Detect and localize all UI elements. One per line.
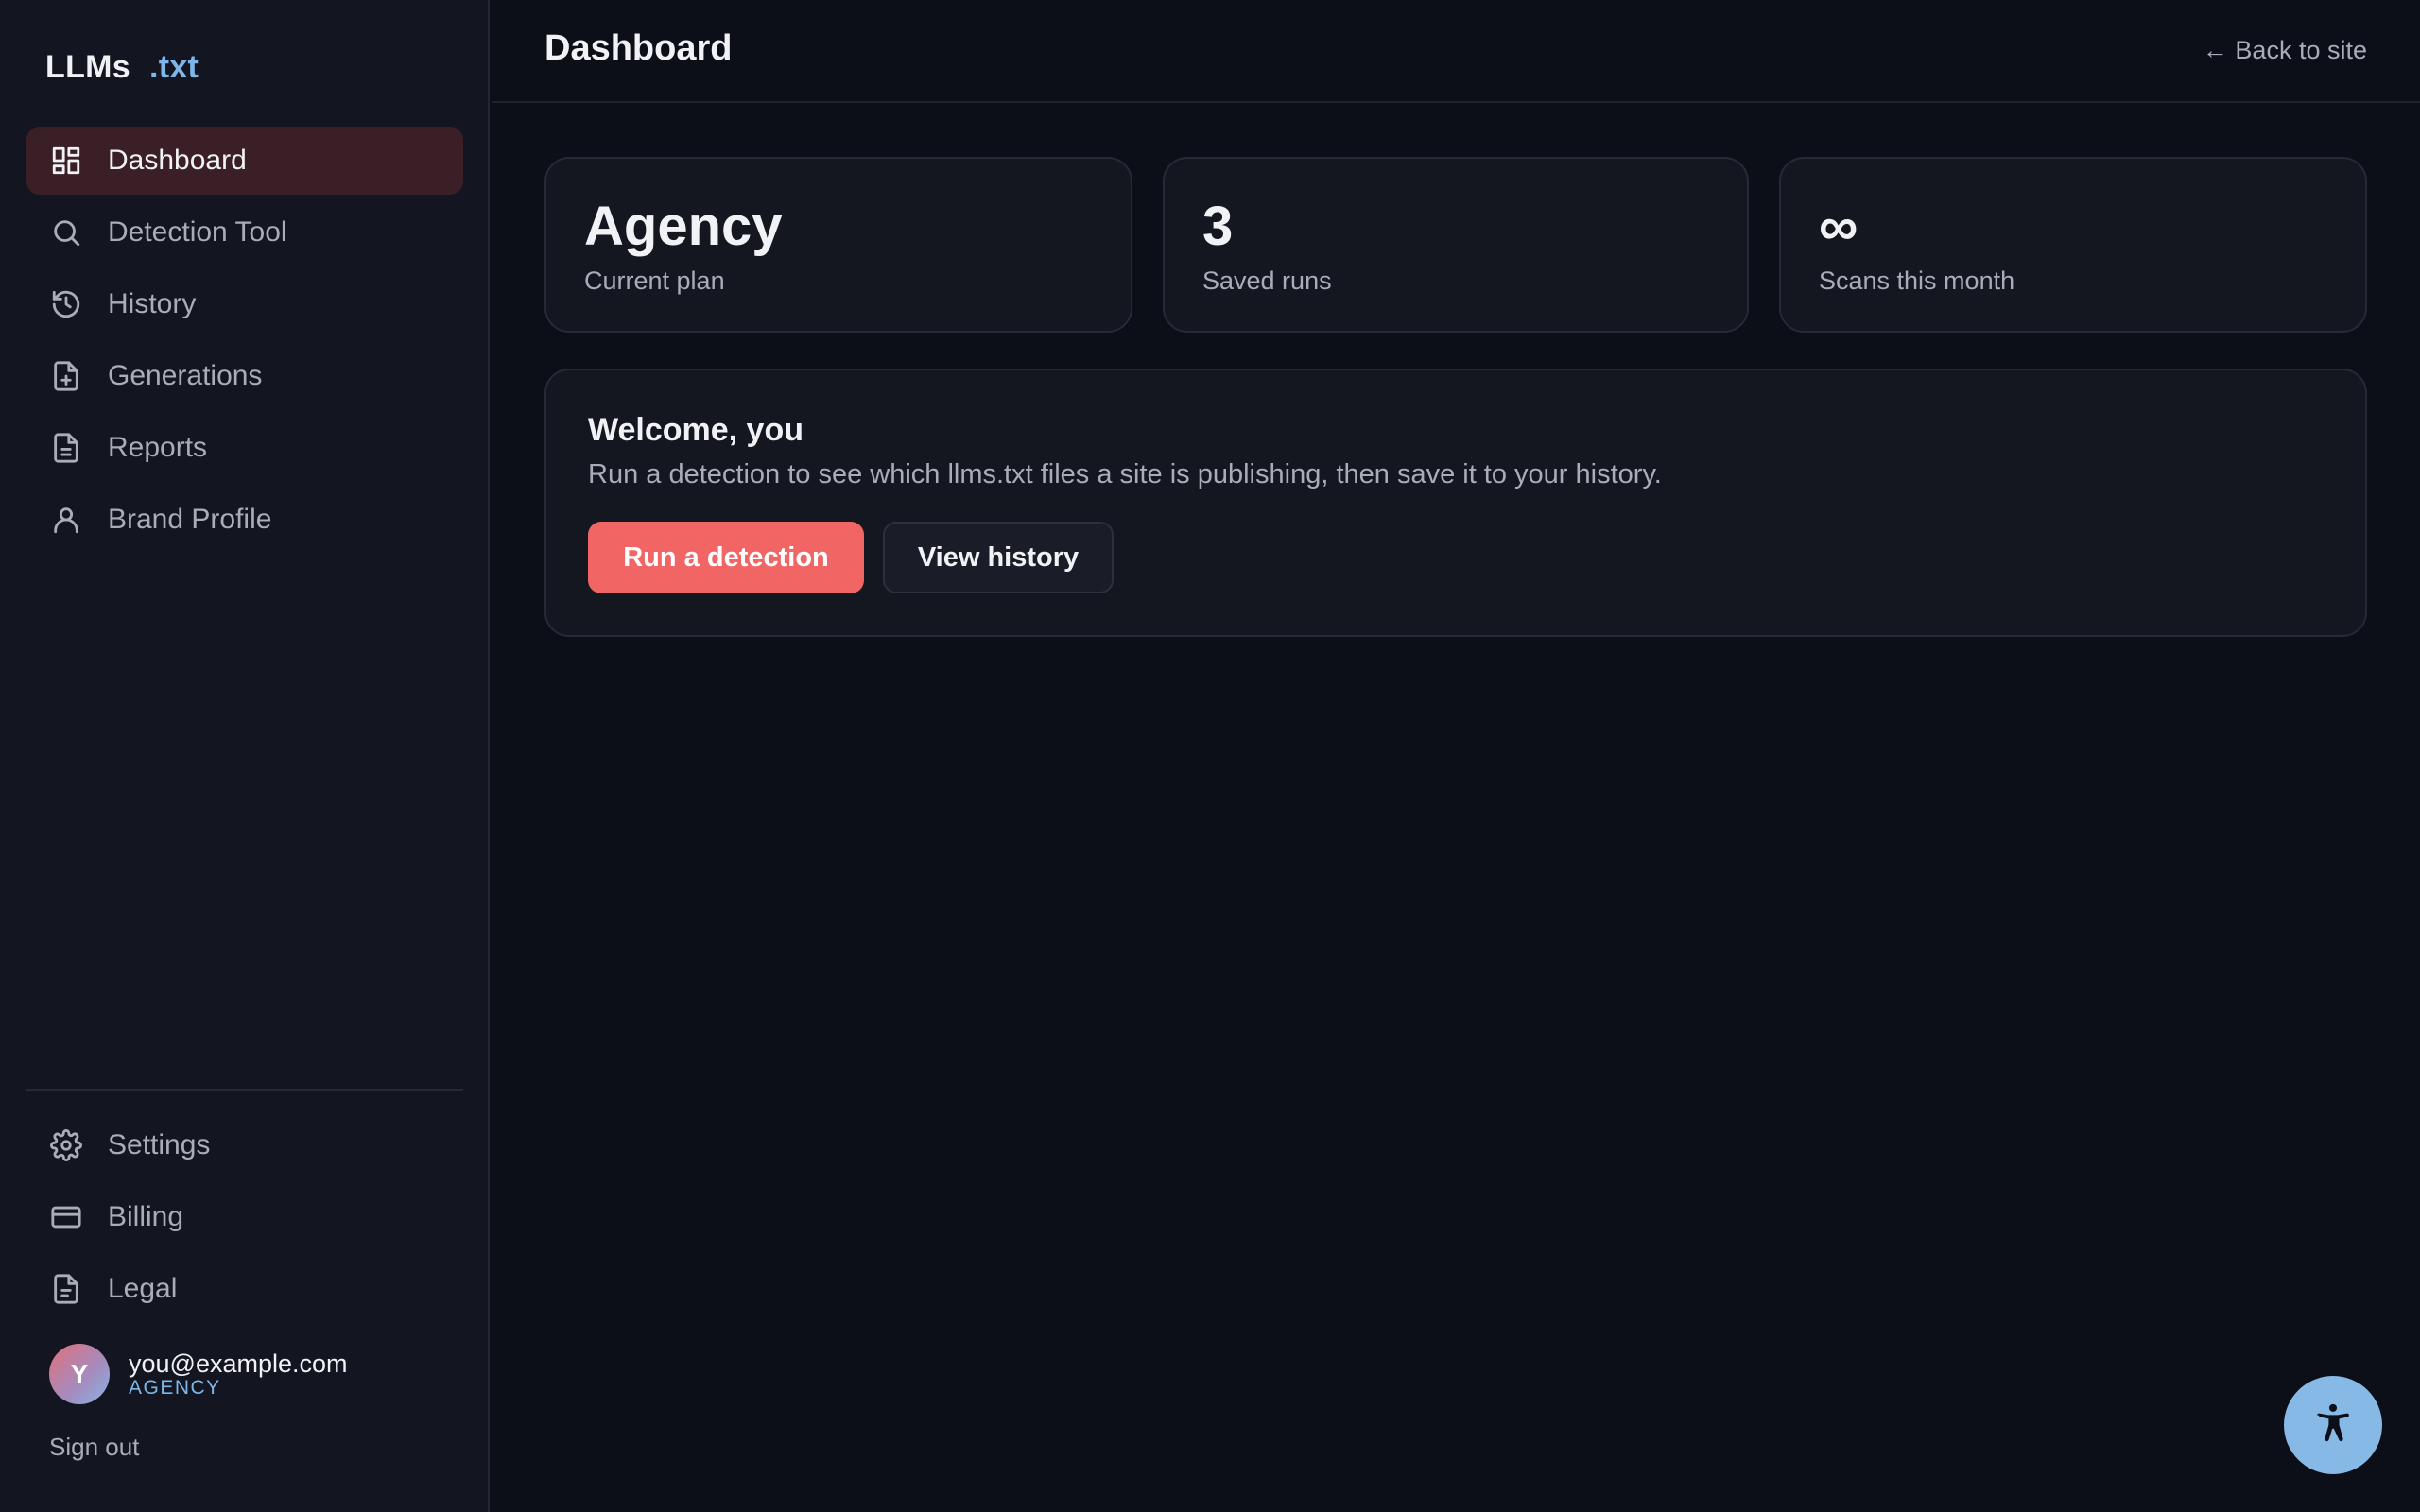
- sidebar-item-label: Generations: [108, 360, 263, 391]
- sidebar-item-label: Billing: [108, 1201, 184, 1232]
- file-plus-icon: [49, 359, 83, 393]
- accessibility-button[interactable]: [2284, 1376, 2382, 1474]
- user-email: you@example.com: [129, 1349, 348, 1378]
- sidebar-item-reports[interactable]: Reports: [26, 414, 463, 482]
- file-text-icon: [49, 431, 83, 465]
- credit-card-icon: [49, 1200, 83, 1234]
- run-detection-button[interactable]: Run a detection: [588, 522, 864, 593]
- brand-suffix: .txt: [148, 49, 199, 85]
- dashboard-icon: [49, 144, 83, 178]
- accessibility-icon: [2311, 1401, 2355, 1450]
- stat-card-saved-runs: 3 Saved runs: [1163, 157, 1749, 333]
- sidebar-bottom-nav: Settings Billing Legal: [26, 1111, 463, 1327]
- sidebar-item-label: Legal: [108, 1273, 178, 1304]
- sidebar-item-brand-profile[interactable]: Brand Profile: [26, 486, 463, 554]
- sidebar-item-label: Dashboard: [108, 145, 247, 176]
- sidebar-item-label: History: [108, 288, 197, 319]
- sidebar-item-dashboard[interactable]: Dashboard: [26, 127, 463, 195]
- sidebar-item-legal[interactable]: Legal: [26, 1255, 463, 1323]
- brand-name: LLMs: [45, 49, 130, 85]
- view-history-button[interactable]: View history: [883, 522, 1114, 593]
- page-title: Dashboard: [544, 28, 733, 68]
- file-text-icon: [49, 1272, 83, 1306]
- back-to-site-link[interactable]: ← Back to site: [2203, 36, 2367, 65]
- gear-icon: [49, 1128, 83, 1162]
- history-icon: [49, 287, 83, 321]
- welcome-title: Welcome, you: [588, 412, 804, 448]
- sidebar-item-label: Reports: [108, 432, 208, 463]
- sidebar-item-label: Settings: [108, 1129, 211, 1160]
- user-icon: [49, 503, 83, 537]
- sign-out-link[interactable]: Sign out: [49, 1433, 139, 1462]
- stat-card-scans: ∞ Scans this month: [1779, 157, 2367, 333]
- stat-value: 3: [1202, 196, 1234, 257]
- welcome-card: Welcome, you Run a detection to see whic…: [544, 369, 2367, 637]
- sidebar-item-generations[interactable]: Generations: [26, 342, 463, 410]
- stat-label: Saved runs: [1202, 266, 1332, 295]
- sidebar-item-label: Brand Profile: [108, 504, 272, 535]
- stat-label: Scans this month: [1819, 266, 2015, 295]
- sidebar-divider: [26, 1089, 463, 1091]
- welcome-text: Run a detection to see which llms.txt fi…: [588, 459, 1662, 490]
- sidebar-item-label: Detection Tool: [108, 216, 287, 248]
- sidebar-item-settings[interactable]: Settings: [26, 1111, 463, 1179]
- stat-value: ∞: [1819, 196, 1858, 257]
- top-bar: Dashboard ← Back to site: [492, 0, 2420, 103]
- avatar: Y: [49, 1344, 110, 1404]
- sidebar-item-detection-tool[interactable]: Detection Tool: [26, 198, 463, 266]
- sidebar-nav: Dashboard Detection Tool History Generat…: [26, 127, 463, 558]
- sidebar: LLMs .txt Dashboard Detection Tool Histo…: [0, 0, 490, 1512]
- stat-value: Agency: [584, 196, 783, 257]
- stat-label: Current plan: [584, 266, 725, 295]
- user-account[interactable]: Y you@example.com AGENCY: [49, 1344, 348, 1404]
- sidebar-item-history[interactable]: History: [26, 270, 463, 338]
- brand-logo[interactable]: LLMs .txt: [45, 49, 199, 86]
- search-icon: [49, 215, 83, 249]
- user-plan-badge: AGENCY: [129, 1377, 221, 1399]
- sidebar-item-billing[interactable]: Billing: [26, 1183, 463, 1251]
- stat-card-plan: Agency Current plan: [544, 157, 1132, 333]
